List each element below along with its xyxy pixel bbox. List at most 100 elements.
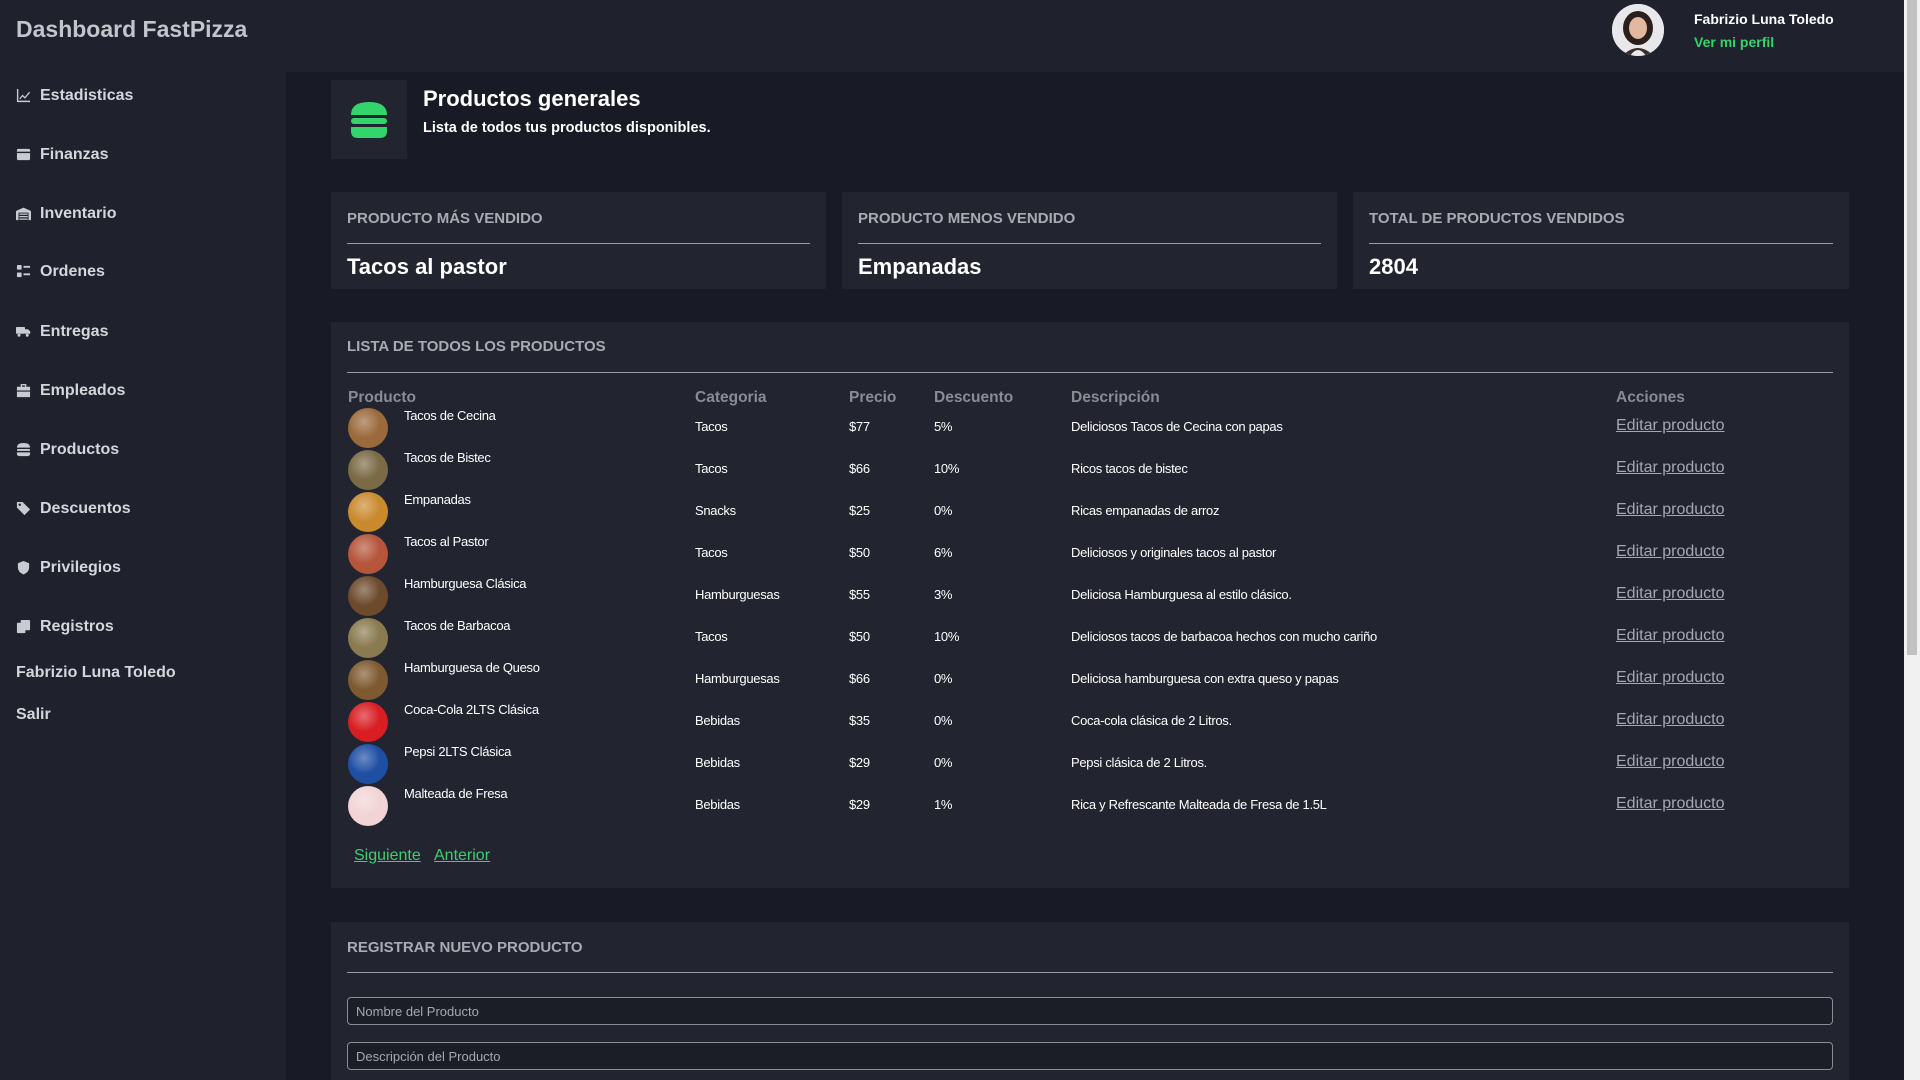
app-title: Dashboard FastPizza <box>16 16 248 42</box>
next-page-link[interactable]: Siguiente <box>354 847 421 865</box>
product-name: Tacos de Bistec <box>404 450 491 465</box>
sidebar-item-finanzas[interactable]: Finanzas <box>16 146 108 164</box>
sidebar-item-label: Registros <box>40 618 114 635</box>
sidebar-item-ordenes[interactable]: Ordenes <box>16 263 105 281</box>
sidebar-item-empleados[interactable]: Empleados <box>16 382 125 400</box>
product-description: Deliciosos tacos de barbacoa hechos con … <box>1071 629 1377 644</box>
product-image <box>348 534 388 574</box>
sidebar-item-entregas[interactable]: Entregas <box>16 323 108 341</box>
product-category: Tacos <box>695 545 728 560</box>
product-image <box>348 576 388 616</box>
sidebar-item-label: Ordenes <box>40 263 105 280</box>
product-discount: 0% <box>934 671 953 686</box>
stat-label: Producto más vendido <box>347 210 543 227</box>
column-header-discount: Descuento <box>934 389 1014 406</box>
sidebar-item-estadisticas[interactable]: Estadisticas <box>16 87 133 105</box>
edit-product-link[interactable]: Editar producto <box>1616 417 1725 435</box>
warehouse-icon <box>16 206 32 222</box>
product-price: $50 <box>849 545 870 560</box>
sidebar-item-label: Finanzas <box>40 146 109 163</box>
edit-product-link[interactable]: Editar producto <box>1616 795 1725 813</box>
table-row: Empanadas Snacks $25 0% Ricas empanadas de a… <box>331 492 1849 534</box>
product-description-input[interactable] <box>347 1042 1833 1070</box>
product-image <box>348 492 388 532</box>
edit-product-link[interactable]: Editar producto <box>1616 459 1725 477</box>
edit-product-link[interactable]: Editar producto <box>1616 501 1725 519</box>
product-image <box>348 744 388 784</box>
stat-card-least-sold: Producto menos vendido Empanadas <box>842 192 1337 289</box>
divider <box>1369 243 1833 244</box>
product-name: Pepsi 2LTS Clásica <box>404 744 512 759</box>
product-name: Tacos de Cecina <box>404 408 496 423</box>
panel-title: LISTA DE TODOS LOS PRODUCTOS <box>347 338 606 355</box>
product-name: Coca-Cola 2LTS Clásica <box>404 702 539 717</box>
table-row: Tacos de Bistec Tacos $66 10% Ricos tacos de… <box>331 450 1849 492</box>
product-description: Pepsi clásica de 2 Litros. <box>1071 755 1207 770</box>
product-discount: 0% <box>934 503 953 518</box>
sidebar-item-productos[interactable]: Productos <box>16 441 119 459</box>
column-header-category: Categoria <box>695 389 767 406</box>
product-category: Tacos <box>695 461 728 476</box>
product-description: Rica y Refrescante Malteada de Fresa de … <box>1071 797 1327 812</box>
product-category: Hamburguesas <box>695 587 780 602</box>
table-row: Tacos al Pastor Tacos $50 6% Deliciosos y or… <box>331 534 1849 576</box>
product-name: Hamburguesa Clásica <box>404 576 527 591</box>
edit-product-link[interactable]: Editar producto <box>1616 627 1725 645</box>
column-header-description: Descripción <box>1071 389 1160 406</box>
logout-link[interactable]: Salir <box>16 706 51 724</box>
product-name: Hamburguesa de Queso <box>404 660 540 675</box>
scrollbar-thumb[interactable] <box>1907 0 1917 655</box>
product-category: Bebidas <box>695 713 740 728</box>
sidebar-item-descuentos[interactable]: Descuentos <box>16 500 131 518</box>
product-price: $25 <box>849 503 870 518</box>
table-row: Hamburguesa de Queso Hamburguesas $66 0% Del… <box>331 660 1849 702</box>
sidebar-item-inventario[interactable]: Inventario <box>16 205 116 223</box>
previous-page-link[interactable]: Anterior <box>434 847 490 865</box>
product-category: Snacks <box>695 503 736 518</box>
product-category: Tacos <box>695 419 728 434</box>
avatar[interactable] <box>1612 4 1664 56</box>
product-discount: 10% <box>934 461 960 476</box>
product-image <box>348 408 388 448</box>
sidebar-item-label: Inventario <box>40 205 117 222</box>
product-description: Ricos tacos de bistec <box>1071 461 1188 476</box>
divider <box>858 243 1321 244</box>
product-price: $29 <box>849 797 870 812</box>
chart-line-icon <box>16 88 32 104</box>
column-header-actions: Acciones <box>1616 389 1685 406</box>
product-discount: 5% <box>934 419 953 434</box>
edit-product-link[interactable]: Editar producto <box>1616 585 1725 603</box>
edit-product-link[interactable]: Editar producto <box>1616 543 1725 561</box>
truck-icon <box>16 324 32 340</box>
edit-product-link[interactable]: Editar producto <box>1616 753 1725 771</box>
edit-product-link[interactable]: Editar producto <box>1616 669 1725 687</box>
page-title: Productos generales <box>423 86 641 111</box>
shield-icon <box>16 560 32 576</box>
product-description: Coca-cola clásica de 2 Litros. <box>1071 713 1232 728</box>
sidebar-item-label: Estadisticas <box>40 87 134 104</box>
product-price: $35 <box>849 713 870 728</box>
panel-title: REGISTRAR NUEVO PRODUCTO <box>347 939 583 956</box>
sidebar-item-label: Empleados <box>40 382 126 399</box>
stat-label: Total de productos vendidos <box>1369 210 1625 227</box>
table-row: Coca-Cola 2LTS Clásica Bebidas $35 0% Coca-c… <box>331 702 1849 744</box>
product-description: Deliciosos y originales tacos al pastor <box>1071 545 1277 560</box>
product-category: Bebidas <box>695 755 740 770</box>
burger-icon <box>351 101 387 138</box>
list-check-icon <box>16 264 32 280</box>
edit-product-link[interactable]: Editar producto <box>1616 711 1725 729</box>
divider <box>347 972 1833 973</box>
view-profile-link[interactable]: Ver mi perfil <box>1694 34 1774 50</box>
product-price: $77 <box>849 419 870 434</box>
product-name-input[interactable] <box>347 997 1833 1025</box>
column-header-price: Precio <box>849 389 897 406</box>
page-subtitle: Lista de todos tus productos disponibles… <box>423 120 711 136</box>
sidebar-item-privilegios[interactable]: Privilegios <box>16 559 121 577</box>
clipboard-icon <box>16 619 32 635</box>
sidebar-item-registros[interactable]: Registros <box>16 618 114 636</box>
divider <box>347 243 810 244</box>
sidebar-item-label: Privilegios <box>40 559 121 576</box>
user-avatar-image <box>1612 4 1664 56</box>
product-discount: 3% <box>934 587 953 602</box>
column-header-product: Producto <box>348 389 417 406</box>
